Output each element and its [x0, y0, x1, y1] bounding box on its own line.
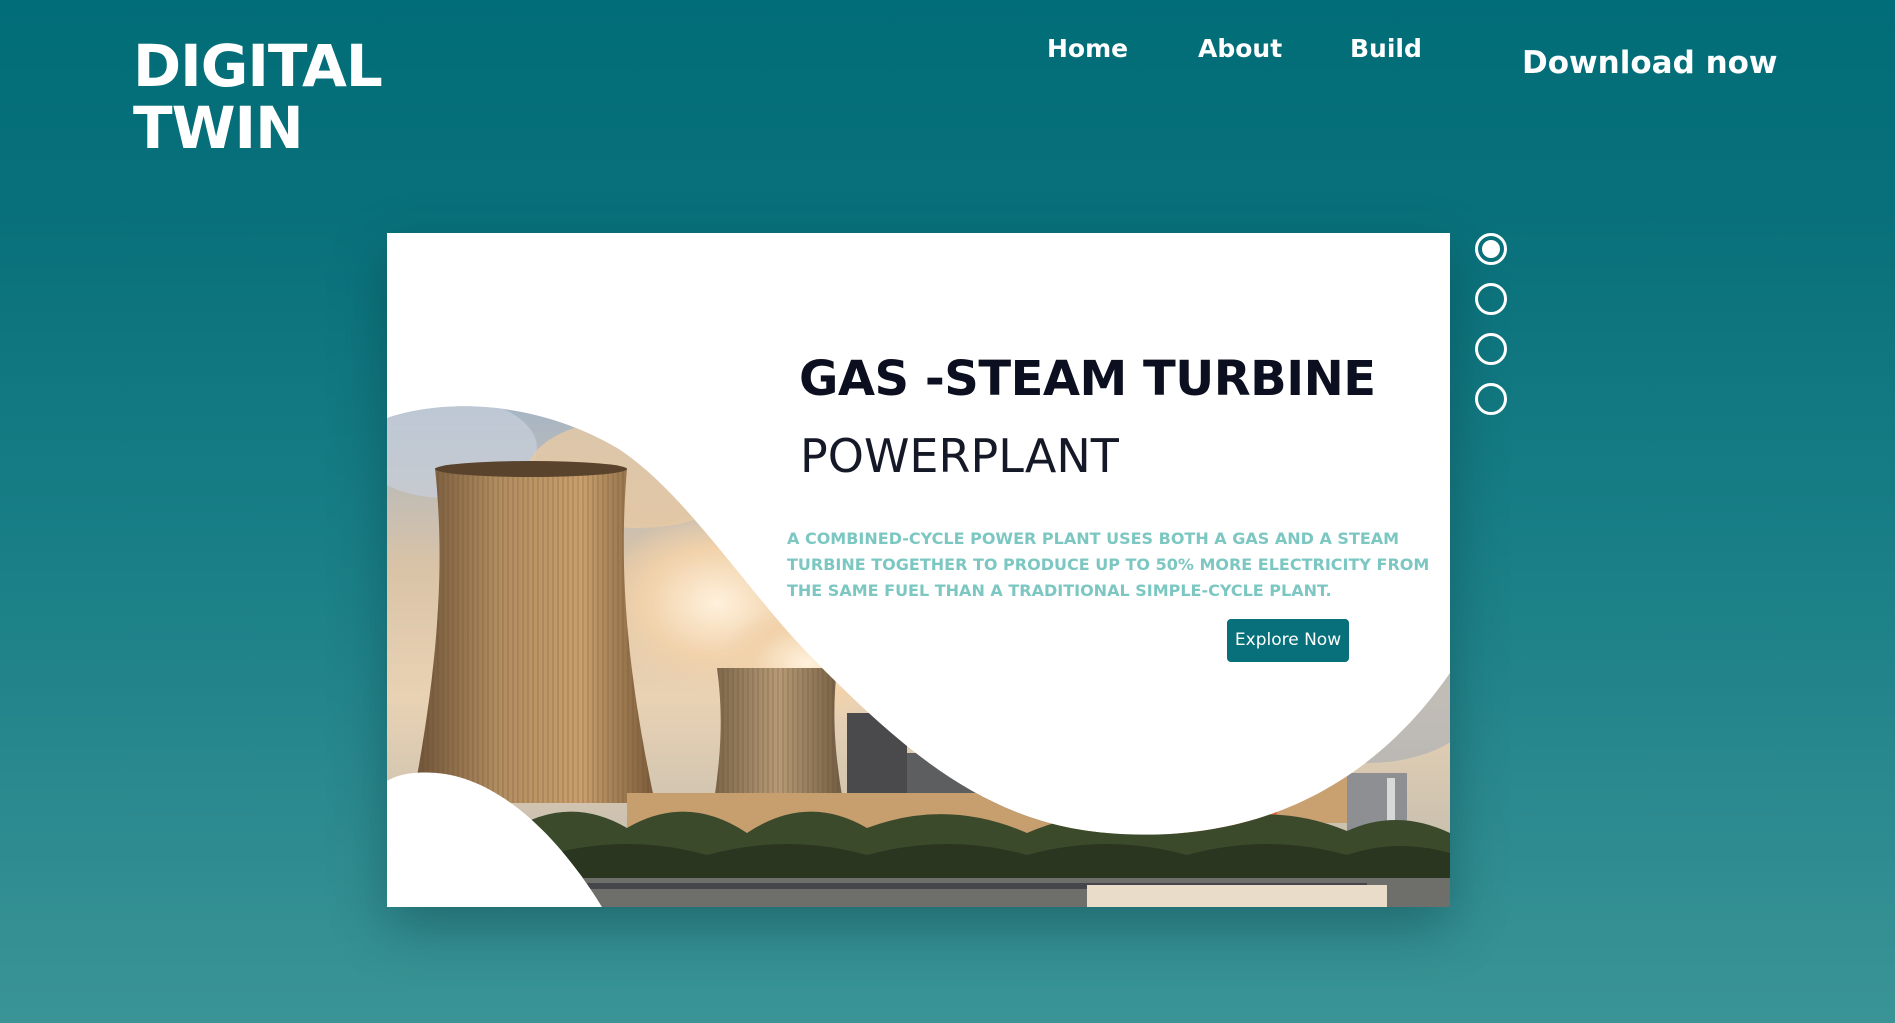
slide-dot-3[interactable] [1475, 333, 1507, 365]
nav-home-link[interactable]: Home [1047, 34, 1128, 63]
slide-dot-1[interactable] [1475, 233, 1507, 265]
brand-logo[interactable]: DIGITAL TWIN [133, 32, 383, 162]
hero-description: A COMBINED-CYCLE POWER PLANT USES BOTH A… [787, 529, 1430, 600]
nav-build-link[interactable]: Build [1350, 34, 1422, 63]
hero-slide-card: GAS -STEAM TURBINE POWERPLANT A COMBINED… [387, 233, 1450, 907]
brand-line-1: DIGITAL [133, 32, 383, 100]
hero-subtitle: POWERPLANT [800, 429, 1119, 483]
slide-dot-4[interactable] [1475, 383, 1507, 415]
slide-dot-2[interactable] [1475, 283, 1507, 315]
brand-line-2: TWIN [133, 94, 304, 162]
hero-title: GAS -STEAM TURBINE [799, 351, 1376, 407]
download-now-link[interactable]: Download now [1522, 45, 1778, 81]
nav-about-link[interactable]: About [1198, 34, 1282, 63]
explore-now-button[interactable]: Explore Now [1227, 619, 1349, 662]
